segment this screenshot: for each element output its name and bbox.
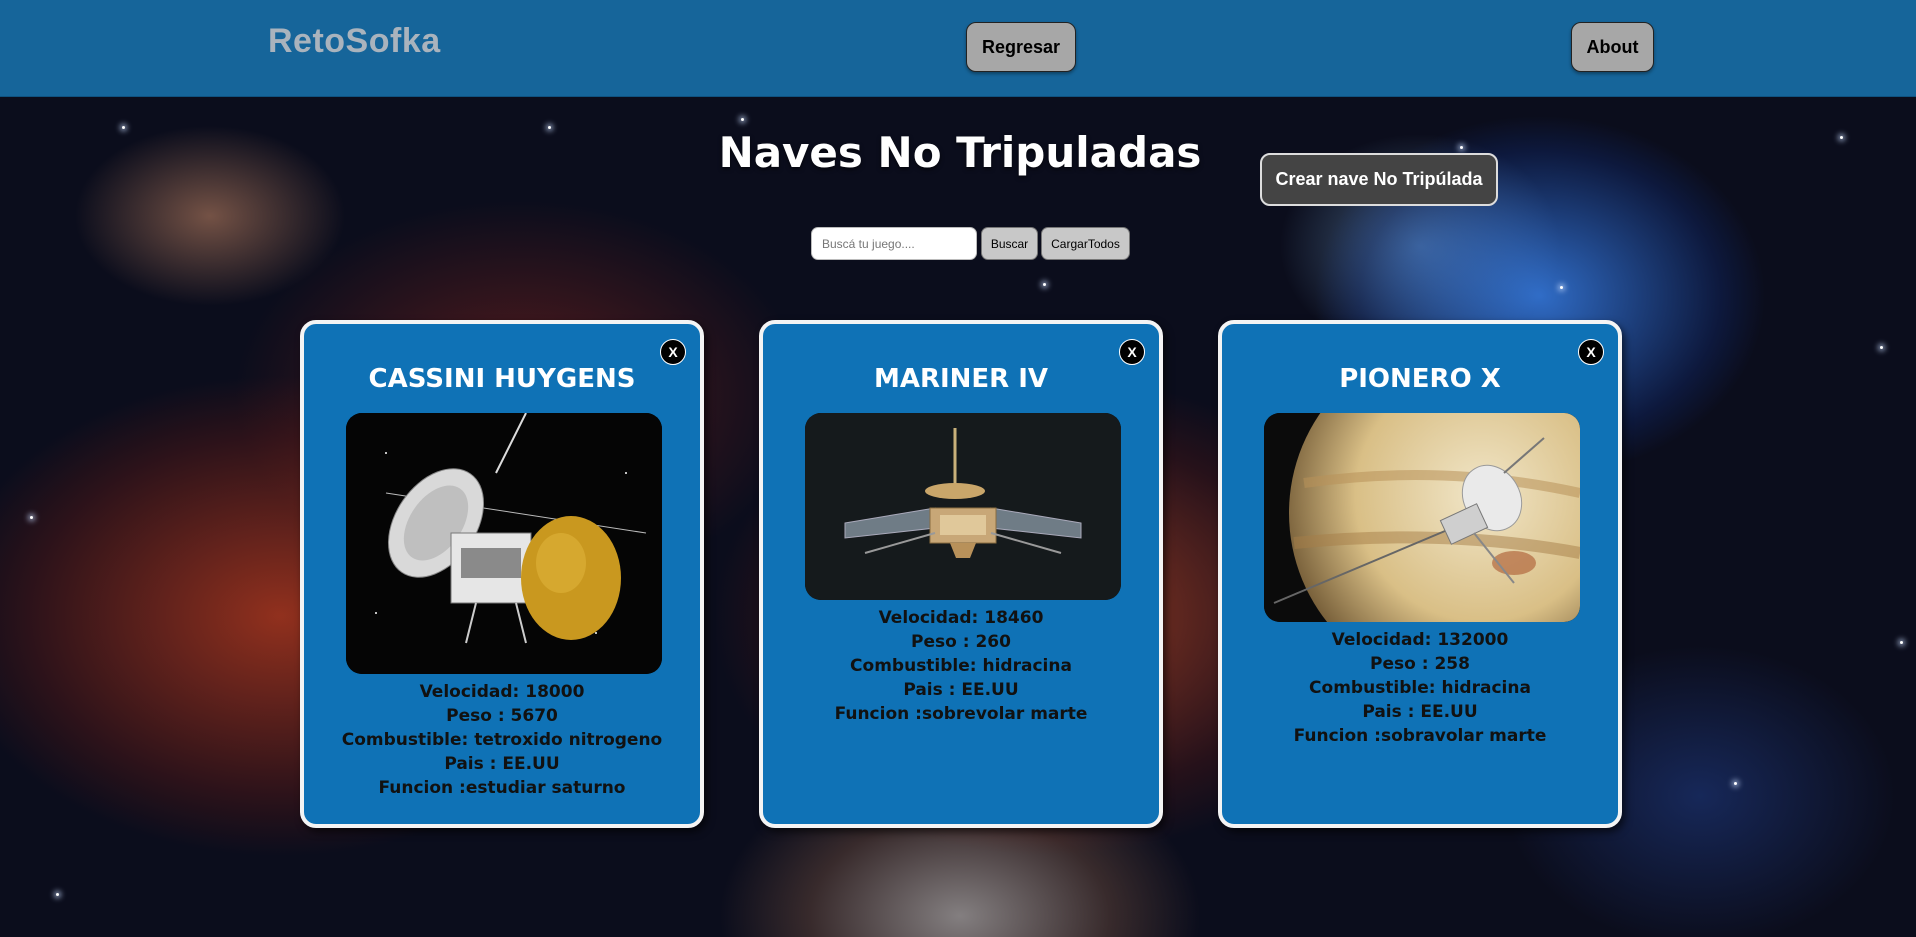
ship-speed: Velocidad: 18000 [419, 682, 585, 702]
ship-speed: Velocidad: 132000 [1331, 630, 1509, 650]
pioneer-spacecraft-image [1264, 413, 1580, 622]
ship-info: Velocidad: 18000 Peso : 5670 Combustible… [304, 680, 700, 800]
star [1900, 641, 1903, 644]
star [30, 516, 33, 519]
brand-logo[interactable]: RetoSofka [268, 22, 441, 61]
ship-image [346, 413, 662, 674]
ship-image [1264, 413, 1580, 622]
ship-card: X CASSINI HUYGENS Velocidad: 18000 Peso … [300, 320, 704, 828]
star [1734, 782, 1737, 785]
star [56, 893, 59, 896]
create-ship-button[interactable]: Crear nave No Tripúlada [1260, 153, 1498, 206]
navbar: RetoSofka Regresar About [0, 0, 1916, 97]
ship-weight: Peso : 260 [911, 632, 1011, 652]
cassini-spacecraft-image [346, 413, 662, 674]
ship-image [805, 413, 1121, 600]
mariner-spacecraft-image [805, 413, 1121, 600]
star [741, 118, 744, 121]
ship-country: Pais : EE.UU [1362, 702, 1478, 722]
ship-speed: Velocidad: 18460 [878, 608, 1044, 628]
ship-info: Velocidad: 18460 Peso : 260 Combustible:… [763, 606, 1159, 726]
ship-name: PIONERO X [1339, 364, 1501, 394]
star [1880, 346, 1883, 349]
star [1460, 146, 1463, 149]
ship-function: Funcion :estudiar saturno [378, 778, 626, 798]
load-all-button[interactable]: CargarTodos [1041, 227, 1130, 260]
star [1043, 283, 1046, 286]
star [1560, 286, 1563, 289]
back-button[interactable]: Regresar [966, 22, 1076, 72]
ship-name: MARINER IV [873, 364, 1049, 394]
ship-weight: Peso : 5670 [446, 706, 558, 726]
search-button[interactable]: Buscar [981, 227, 1038, 260]
star [1840, 136, 1843, 139]
ship-fuel: Combustible: tetroxido nitrogeno [341, 730, 663, 750]
ship-fuel: Combustible: hidracina [850, 656, 1072, 676]
ship-country: Pais : EE.UU [903, 680, 1019, 700]
star [548, 126, 551, 129]
ship-fuel: Combustible: hidracina [1309, 678, 1531, 698]
about-button[interactable]: About [1571, 22, 1654, 72]
ship-card: X MARINER IV Velocidad: 18460 Peso : 260… [759, 320, 1163, 828]
ship-function: Funcion :sobrevolar marte [834, 704, 1088, 724]
ship-card: X PIONERO X Velocidad: 132000 Peso : 258… [1218, 320, 1622, 828]
ship-weight: Peso : 258 [1370, 654, 1470, 674]
search-input[interactable] [811, 227, 977, 260]
close-card-button[interactable]: X [660, 339, 686, 365]
ship-info: Velocidad: 132000 Peso : 258 Combustible… [1222, 628, 1618, 748]
ship-country: Pais : EE.UU [444, 754, 560, 774]
star [122, 126, 125, 129]
close-card-button[interactable]: X [1119, 339, 1145, 365]
ship-function: Funcion :sobravolar marte [1293, 726, 1547, 746]
page-title: Naves No Tripuladas [718, 128, 1202, 177]
ship-name: CASSINI HUYGENS [368, 364, 636, 394]
close-card-button[interactable]: X [1578, 339, 1604, 365]
